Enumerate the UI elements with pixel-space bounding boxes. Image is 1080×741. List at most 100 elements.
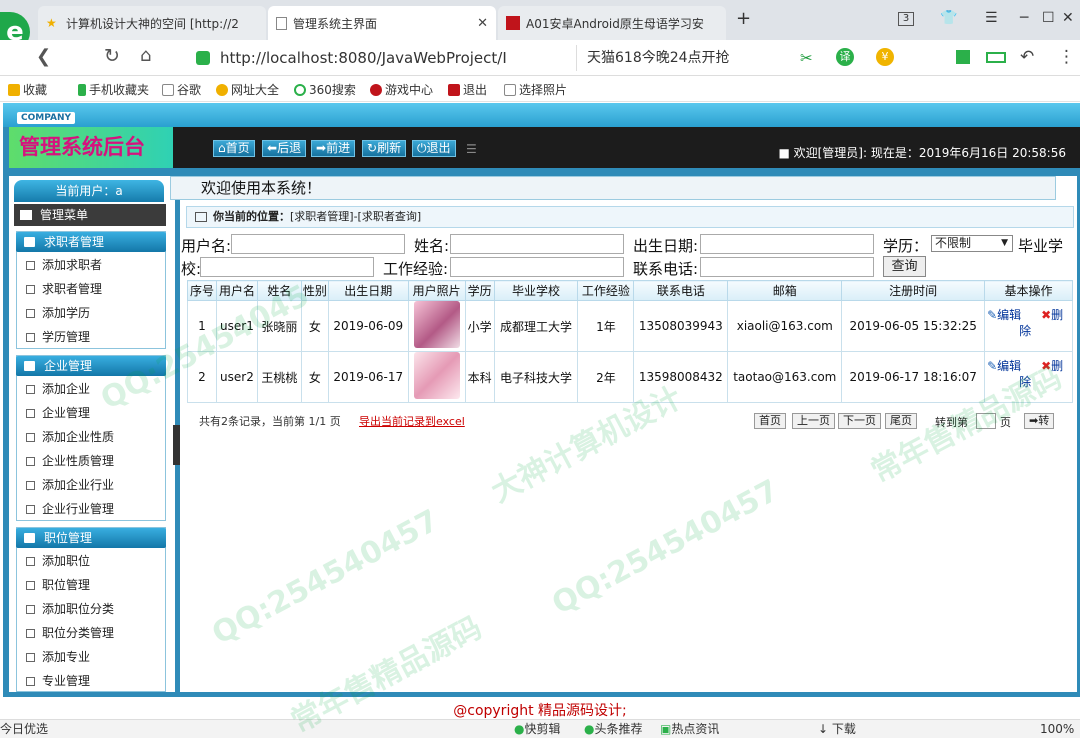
bookmark-urls[interactable]: 网址大全	[216, 81, 279, 98]
search-icon	[294, 84, 306, 96]
sidebar-item-add-industry[interactable]: 添加企业行业	[26, 475, 114, 495]
sidebar-collapse-handle[interactable]	[173, 425, 180, 465]
edit-link[interactable]: ✎编辑	[987, 308, 1021, 322]
col-header: 姓名	[256, 280, 302, 301]
delete-link[interactable]: ✖删	[1041, 308, 1063, 322]
delete-link-wrap[interactable]: 除	[1019, 375, 1031, 389]
sidebar-item-major-manage[interactable]: 专业管理	[26, 671, 90, 691]
minimize-icon[interactable]: ─	[1020, 10, 1028, 26]
back-icon[interactable]: ❮	[36, 46, 51, 67]
shirt-icon[interactable]: 👕	[940, 10, 957, 26]
next-page-button[interactable]: 下一页	[838, 413, 881, 429]
coin-icon[interactable]: ¥	[876, 48, 894, 66]
bookmark-google[interactable]: 谷歌	[162, 81, 201, 98]
undo-icon[interactable]: ↶	[1020, 47, 1034, 67]
browser-tab-2-active[interactable]: 管理系统主界面 ✕	[268, 6, 496, 40]
status-clip[interactable]: ●快剪辑	[514, 720, 561, 738]
status-download[interactable]: ↓ 下载	[818, 720, 856, 738]
first-page-button[interactable]: 首页	[754, 413, 786, 429]
more-icon[interactable]: ⋮	[1058, 47, 1075, 67]
translate-icon[interactable]: 译	[836, 48, 854, 66]
query-button[interactable]: 查询	[883, 256, 926, 277]
school-input[interactable]	[200, 257, 374, 277]
doc-icon	[26, 481, 35, 490]
username-input[interactable]	[231, 234, 405, 254]
col-header: 邮箱	[727, 280, 843, 301]
breadcrumb: 你当前的位置：[求职者管理]-[求职者查询]	[186, 206, 1074, 228]
close-window-icon[interactable]: ✕	[1062, 10, 1074, 26]
last-page-button[interactable]: 尾页	[885, 413, 917, 429]
exp-input[interactable]	[450, 257, 624, 277]
sidebar-item-education-manage[interactable]: 学历管理	[26, 327, 90, 347]
sidebar-item-add-company-type[interactable]: 添加企业性质	[26, 427, 114, 447]
security-icon	[196, 51, 210, 65]
bookmark-360[interactable]: 360搜索	[294, 81, 356, 98]
sidebar-item-jobseeker-manage[interactable]: 求职者管理	[26, 279, 102, 299]
sidebar-item-company-manage[interactable]: 企业管理	[26, 403, 90, 423]
nav-forward-button[interactable]: ➡前进	[311, 140, 356, 157]
sidebar-item-add-education[interactable]: 添加学历	[26, 303, 90, 323]
folder-icon	[24, 237, 35, 247]
prev-page-button[interactable]: 上一页	[792, 413, 835, 429]
sidebar-item-add-major[interactable]: 添加专业	[26, 647, 90, 667]
education-select[interactable]: 不限制 ▼	[931, 235, 1013, 252]
doc-icon	[26, 677, 35, 686]
browser-search-box[interactable]: 天猫618今晚24点开抢	[576, 45, 776, 71]
name-input[interactable]	[450, 234, 624, 254]
status-news[interactable]: ▣热点资讯	[660, 720, 719, 738]
zoom-level[interactable]: 100%	[1040, 720, 1074, 738]
url-field[interactable]: http://localhost:8080/JavaWebProject/I	[188, 45, 568, 71]
doc-icon	[26, 629, 35, 638]
group-company[interactable]: 企业管理	[16, 356, 166, 376]
edit-link[interactable]: ✎编辑	[987, 359, 1021, 373]
window-icon	[195, 212, 207, 222]
delete-link-wrap[interactable]: 除	[1019, 324, 1031, 338]
sidebar-item-position-manage[interactable]: 职位管理	[26, 575, 90, 595]
col-header: 联系电话	[633, 280, 729, 301]
sidebar-item-add-position-type[interactable]: 添加职位分类	[26, 599, 114, 619]
browser-tab-1[interactable]: ★ 计算机设计大神的空间 [http://2	[38, 6, 266, 40]
bookmark-games[interactable]: 游戏中心	[370, 81, 433, 98]
export-excel-link[interactable]: 导出当前记录到excel	[359, 413, 465, 431]
sidebar-item-add-company[interactable]: 添加企业	[26, 379, 90, 399]
chevron-down-icon: ▼	[1001, 238, 1008, 248]
group-positions[interactable]: 职位管理	[16, 528, 166, 548]
doc-icon	[26, 385, 35, 394]
phone-input[interactable]	[700, 257, 874, 277]
bookmarks-bar: 收藏 手机收藏夹 谷歌 网址大全 360搜索 游戏中心 退出 选择照片	[0, 76, 1080, 102]
scissors-icon[interactable]: ✂	[800, 49, 813, 67]
new-tab-icon[interactable]: +	[736, 8, 751, 29]
battery-icon[interactable]	[986, 52, 1006, 63]
browser-tab-3[interactable]: A01安卓Android原生母语学习安	[498, 6, 726, 40]
sidebar-item-add-position[interactable]: 添加职位	[26, 551, 90, 571]
goto-page-input[interactable]	[976, 413, 996, 429]
sidebar-item-company-type-manage[interactable]: 企业性质管理	[26, 451, 114, 471]
reload-icon[interactable]: ↻	[104, 45, 120, 67]
maximize-icon[interactable]: ☐	[1042, 10, 1055, 26]
sidebar-item-industry-manage[interactable]: 企业行业管理	[26, 499, 114, 519]
birth-input[interactable]	[700, 234, 874, 254]
sidebar-item-position-type-manage[interactable]: 职位分类管理	[26, 623, 114, 643]
nav-home-button[interactable]: ⌂首页	[213, 140, 255, 157]
bookmark-mobile[interactable]: 手机收藏夹	[78, 81, 149, 98]
nav-logout-button[interactable]: ⏻退出	[412, 140, 456, 157]
download-icon: ↓	[818, 722, 829, 736]
tab-count-icon[interactable]: 3	[898, 12, 914, 26]
nav-refresh-button[interactable]: ↻刷新	[362, 140, 407, 157]
delete-link[interactable]: ✖删	[1041, 359, 1063, 373]
menu-icon[interactable]: ☰	[985, 10, 998, 26]
apps-icon[interactable]	[956, 50, 970, 64]
sidebar-item-add-jobseeker[interactable]: 添加求职者	[26, 255, 102, 275]
go-button[interactable]: ➡转	[1024, 413, 1055, 429]
status-left[interactable]: 今日优选	[0, 720, 48, 738]
status-headline[interactable]: ●头条推荐	[584, 720, 643, 738]
close-tab-icon[interactable]: ✕	[477, 16, 488, 31]
page-icon	[504, 84, 516, 96]
bookmark-favorites[interactable]: 收藏	[8, 81, 47, 98]
home-icon[interactable]: ⌂	[140, 45, 151, 66]
bookmark-photo[interactable]: 选择照片	[504, 81, 567, 98]
nav-back-button[interactable]: ⬅后退	[262, 140, 307, 157]
bookmark-exit[interactable]: 退出	[448, 81, 487, 98]
browser-status-bar: 今日优选 ●快剪辑 ●头条推荐 ▣热点资讯 ↓ 下载 100%	[0, 719, 1080, 738]
group-jobseekers[interactable]: 求职者管理	[16, 232, 166, 252]
